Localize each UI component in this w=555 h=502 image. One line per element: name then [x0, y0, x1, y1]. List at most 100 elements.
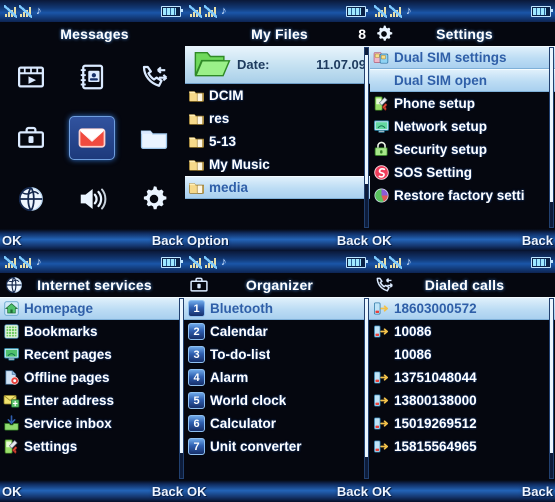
- file-list-item[interactable]: media: [185, 176, 370, 199]
- title-bar: Organizer: [185, 273, 370, 297]
- list-item[interactable]: Offline pages: [0, 366, 185, 389]
- folder-icon: [188, 87, 205, 104]
- file-name: media: [209, 180, 249, 195]
- menu-item-phonebook[interactable]: [69, 55, 115, 99]
- menu-item-multimedia[interactable]: [8, 55, 54, 99]
- left-soft-key[interactable]: OK: [2, 484, 22, 499]
- main-menu-grid: [0, 46, 185, 229]
- list-item[interactable]: 1 Bluetooth: [185, 297, 370, 320]
- list-item[interactable]: 4 Alarm: [185, 366, 370, 389]
- list-item-label: World clock: [210, 393, 287, 408]
- menu-item-internet-services[interactable]: [8, 177, 54, 221]
- battery-icon: [346, 256, 368, 268]
- menu-item-settings[interactable]: [131, 177, 177, 221]
- menu-item-messages[interactable]: [69, 115, 116, 160]
- phone-screen-organizer: ♪ Organizer 1 Bluetooth 2 Calendar 3 To-do-list…: [185, 251, 370, 502]
- status-bar: ♪: [0, 0, 185, 22]
- list-item[interactable]: Dual SIM open: [370, 69, 555, 92]
- scrollbar[interactable]: [179, 298, 184, 479]
- file-info-value: 11.07.09: [316, 57, 366, 72]
- list-item[interactable]: 3 To-do-list: [185, 343, 370, 366]
- list-item-number: 1: [188, 300, 205, 317]
- signal-bars-icon: [204, 255, 217, 269]
- list-item-number: 5: [188, 392, 205, 409]
- list-item-label: Dual SIM open: [394, 73, 488, 88]
- menu-item-profiles[interactable]: [69, 177, 115, 221]
- dialed-call-icon: [373, 438, 390, 455]
- list-item[interactable]: 10086: [370, 343, 555, 366]
- list-item[interactable]: Restore factory setti: [370, 184, 555, 207]
- scrollbar[interactable]: [364, 47, 369, 228]
- list-item[interactable]: Security setup: [370, 138, 555, 161]
- list-item[interactable]: 2 Calendar: [185, 320, 370, 343]
- scrollbar[interactable]: [549, 47, 554, 228]
- right-soft-key[interactable]: Back: [522, 484, 553, 499]
- list-item[interactable]: 18603000572: [370, 297, 555, 320]
- right-soft-key[interactable]: Back: [152, 484, 183, 499]
- scrollbar[interactable]: [364, 298, 369, 479]
- scrollbar[interactable]: [549, 298, 554, 479]
- title-bar: Dialed calls: [370, 273, 555, 297]
- list-item[interactable]: Dual SIM settings: [370, 46, 555, 69]
- file-list-item[interactable]: My Music: [185, 153, 370, 176]
- gear-icon: [374, 24, 394, 44]
- right-soft-key[interactable]: Back: [152, 233, 183, 248]
- page-title: Dialed calls: [424, 277, 505, 293]
- list-item[interactable]: Bookmarks: [0, 320, 185, 343]
- list-item[interactable]: Phone setup: [370, 92, 555, 115]
- left-soft-key[interactable]: Option: [187, 233, 229, 248]
- menu-item-call-center[interactable]: [131, 55, 177, 99]
- list-item[interactable]: 15815564965: [370, 435, 555, 458]
- battery-icon: [346, 5, 368, 17]
- list-item[interactable]: 13800138000: [370, 389, 555, 412]
- right-soft-key[interactable]: Back: [337, 484, 368, 499]
- folder-icon: [188, 110, 205, 127]
- music-note-icon: ♪: [36, 4, 42, 17]
- list-item[interactable]: 7 Unit converter: [185, 435, 370, 458]
- list-item[interactable]: 6 Calculator: [185, 412, 370, 435]
- file-list-item[interactable]: DCIM: [185, 84, 370, 107]
- list-item-label: Calculator: [210, 416, 277, 431]
- file-list-item[interactable]: 5-13: [185, 130, 370, 153]
- icon-spacer: [373, 346, 390, 363]
- list-item[interactable]: 15019269512: [370, 412, 555, 435]
- list-item-label: Dual SIM settings: [394, 50, 507, 65]
- file-name: My Music: [209, 157, 270, 172]
- file-list: DCIM res 5-13 My Music media: [185, 84, 370, 199]
- list-item[interactable]: Settings: [0, 435, 185, 458]
- list-item[interactable]: Enter address: [0, 389, 185, 412]
- list-item-label: 15019269512: [394, 416, 477, 431]
- folder-icon: [188, 179, 205, 196]
- left-soft-key[interactable]: OK: [372, 233, 392, 248]
- menu-item-organizer[interactable]: [8, 116, 54, 160]
- list-item-label: Unit converter: [210, 439, 302, 454]
- music-note-icon: ♪: [36, 255, 42, 268]
- list-item[interactable]: Recent pages: [0, 343, 185, 366]
- list-item[interactable]: 5 World clock: [185, 389, 370, 412]
- list-item[interactable]: Service inbox: [0, 412, 185, 435]
- left-soft-key[interactable]: OK: [187, 484, 207, 499]
- list-item[interactable]: 13751048044: [370, 366, 555, 389]
- list-item[interactable]: Network setup: [370, 115, 555, 138]
- title-bar: My Files 8: [185, 22, 370, 46]
- home-icon: [3, 300, 20, 317]
- monitor-icon: [3, 346, 20, 363]
- signal-bars-icon: [374, 4, 387, 18]
- menu-item-my-files[interactable]: [131, 116, 177, 160]
- left-soft-key[interactable]: OK: [372, 484, 392, 499]
- soft-key-bar: OK Back: [0, 480, 185, 502]
- file-list-item[interactable]: res: [185, 107, 370, 130]
- list-item[interactable]: 10086: [370, 320, 555, 343]
- list-item-number: 7: [188, 438, 205, 455]
- list-item[interactable]: SOS Setting: [370, 161, 555, 184]
- soft-key-bar: OK Back: [185, 480, 370, 502]
- globe-icon: [4, 275, 24, 295]
- menu-list: 1 Bluetooth 2 Calendar 3 To-do-list 4 Alarm 5 Wor…: [185, 297, 370, 480]
- list-item[interactable]: Homepage: [0, 297, 185, 320]
- dialed-call-icon: [373, 369, 390, 386]
- list-item-label: Network setup: [394, 119, 488, 134]
- left-soft-key[interactable]: OK: [2, 233, 22, 248]
- right-soft-key[interactable]: Back: [337, 233, 368, 248]
- right-soft-key[interactable]: Back: [522, 233, 553, 248]
- list-item-number: 2: [188, 323, 205, 340]
